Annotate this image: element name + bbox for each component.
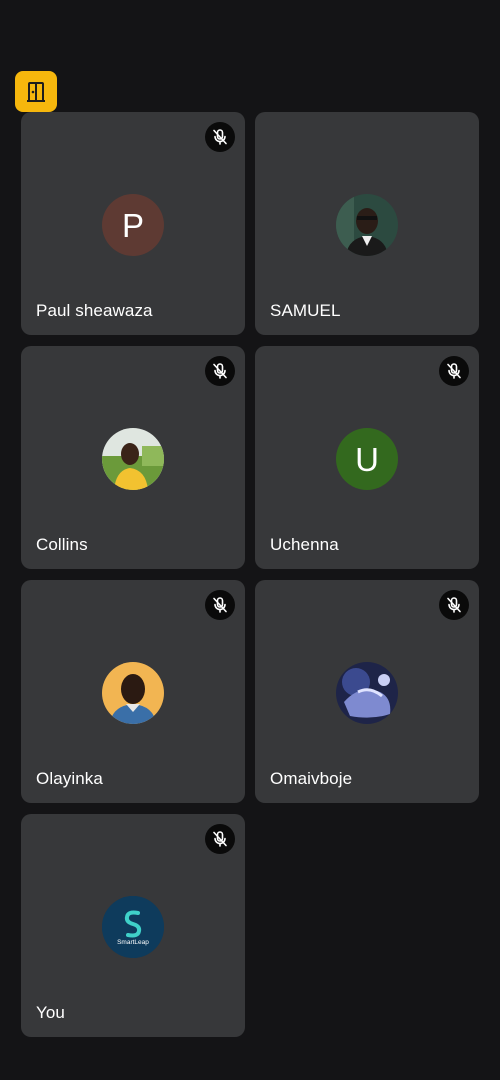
avatar-photo xyxy=(336,662,398,724)
avatar-photo xyxy=(102,428,164,490)
participant-name: Omaivboje xyxy=(270,769,353,788)
participant-name: Collins xyxy=(36,535,88,554)
participant-name: SAMUEL xyxy=(270,301,341,320)
participant-tile-self[interactable]: SmartLeap You xyxy=(21,814,245,1037)
smartleap-logo-text: SmartLeap xyxy=(117,939,149,946)
participant-name: Uchenna xyxy=(270,535,339,554)
meeting-screen: P Paul sheawaza SAMUEL Collins U Uchenna… xyxy=(0,0,500,1080)
participant-tile[interactable]: Collins xyxy=(21,346,245,569)
participant-tile[interactable]: Olayinka xyxy=(21,580,245,803)
mic-off-icon xyxy=(205,122,235,152)
mic-off-icon xyxy=(439,590,469,620)
participant-name: Paul sheawaza xyxy=(36,301,153,320)
participant-tile[interactable]: SAMUEL xyxy=(255,112,479,335)
participant-name: You xyxy=(36,1003,65,1022)
participant-name: Olayinka xyxy=(36,769,103,788)
mic-off-icon xyxy=(439,356,469,386)
avatar-photo xyxy=(102,662,164,724)
avatar: P xyxy=(102,194,164,256)
participant-grid: P Paul sheawaza SAMUEL Collins U Uchenna… xyxy=(21,112,479,1037)
avatar: U xyxy=(336,428,398,490)
mic-off-icon xyxy=(205,356,235,386)
participant-tile[interactable]: Omaivboje xyxy=(255,580,479,803)
avatar-logo: SmartLeap xyxy=(102,896,164,958)
door-exit-icon xyxy=(27,81,45,102)
participant-tile[interactable]: U Uchenna xyxy=(255,346,479,569)
mic-off-icon xyxy=(205,824,235,854)
exit-meeting-button[interactable] xyxy=(15,71,57,112)
mic-off-icon xyxy=(205,590,235,620)
avatar-photo xyxy=(336,194,398,256)
participant-tile[interactable]: P Paul sheawaza xyxy=(21,112,245,335)
